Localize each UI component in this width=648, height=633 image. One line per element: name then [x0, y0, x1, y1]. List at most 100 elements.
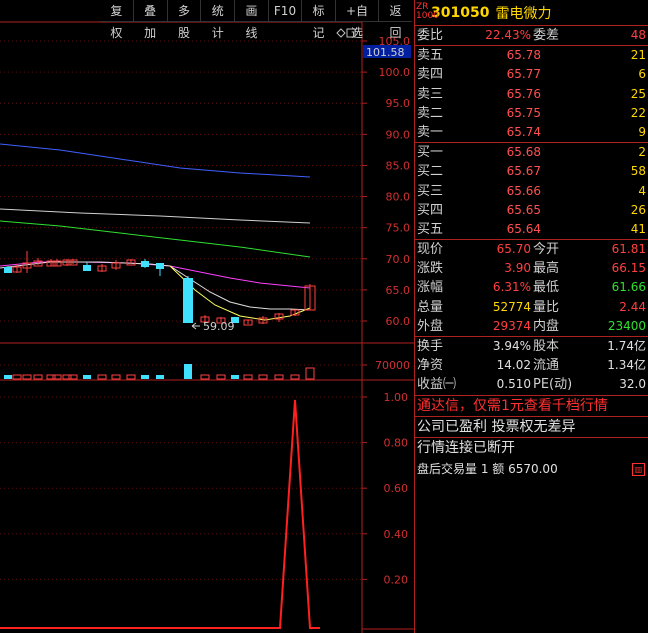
stat-value: 0.510 [496, 377, 531, 392]
candle-body [183, 278, 193, 323]
buy-level-price: 65.68 [506, 145, 541, 160]
quote-row: 总量 52774 量比 2.44 [415, 298, 648, 317]
toolbar-button-2[interactable]: 多股 [166, 0, 201, 40]
ma-line-gray [0, 261, 311, 311]
ad-banner[interactable]: 通达信，仅需1元查看千档行情 [415, 396, 648, 417]
stat-value: 3.94% [492, 339, 531, 353]
stat-label: 换手 [417, 339, 444, 354]
buy-level-label: 买二 [417, 164, 444, 180]
price-tick-label: 80.0 [386, 191, 411, 204]
stat-label: 涨跌 [417, 261, 444, 277]
buy-level-price: 65.65 [506, 202, 541, 217]
indicator-line [0, 399, 320, 629]
toolbar-button-4[interactable]: 画线 [234, 0, 268, 40]
price-tick-label: 75.0 [386, 222, 411, 235]
info-section: 通达信，仅需1元查看千档行情 公司已盈利 投票权无差异 行情连接已断开 盘后交易… [415, 396, 648, 480]
buy-level-label: 买一 [417, 145, 444, 161]
toolbar-button-5[interactable]: F10 [267, 0, 302, 22]
stat-label: 最高 [533, 261, 560, 277]
sell-level-price: 65.76 [506, 86, 541, 101]
sell-level-1[interactable]: 卖五 65.78 21 [415, 46, 648, 65]
order-ratio-row: 委比 22.43% 委差 48 [415, 26, 648, 45]
volume-bar [22, 374, 32, 380]
sell-level-label: 卖一 [417, 124, 444, 140]
sell-level-price: 65.75 [506, 105, 541, 120]
sell-level-3[interactable]: 卖三 65.76 25 [415, 85, 648, 104]
sell-level-price: 65.78 [506, 48, 541, 63]
toolbar-button-3[interactable]: 统计 [200, 0, 235, 40]
volume-bar [62, 374, 72, 380]
company-notice[interactable]: 公司已盈利 投票权无差异 [415, 417, 648, 438]
stat-value: 32.0 [619, 377, 646, 392]
buy-level-2[interactable]: 买二 65.67 58 [415, 162, 648, 181]
stat-label: 外盘 [417, 318, 444, 334]
sell-level-volume: 21 [630, 48, 646, 63]
indicator-tick-label: 1.00 [384, 391, 409, 404]
quote-row: 现价 65.70 今开 61.81 [415, 240, 648, 259]
volume-bar [141, 375, 149, 379]
buy-level-label: 买三 [417, 183, 444, 199]
toolbar-button-7[interactable]: +自选 [334, 0, 379, 40]
buy-level-volume: 26 [630, 202, 646, 217]
quote-row: 外盘 29374 内盘 23400 [415, 317, 648, 336]
stat-value: 3.90 [504, 261, 531, 276]
volume-bar [46, 374, 56, 380]
sell-level-volume: 25 [630, 86, 646, 101]
sell-level-price: 65.74 [506, 124, 541, 139]
volume-tick-label: 70000 [375, 359, 410, 372]
volume-bar [156, 375, 164, 379]
toolbar-button-0[interactable]: 复权 [100, 0, 133, 40]
buy-level-price: 65.66 [506, 183, 541, 198]
stat-label: PE(动) [533, 377, 573, 393]
buy-level-3[interactable]: 买三 65.66 4 [415, 182, 648, 201]
stat-value: 52774 [492, 299, 531, 314]
stat-label: 净资 [417, 358, 444, 374]
volume-bar [33, 374, 43, 380]
toolbar-button-1[interactable]: 叠加 [132, 0, 167, 40]
price-tick-label: 60.0 [386, 315, 411, 328]
indicator-tick-label: 0.60 [384, 482, 409, 495]
candle-body [141, 261, 149, 267]
kline-chart[interactable]: 105.0100.095.090.085.080.075.070.065.060… [0, 0, 414, 633]
sell-level-4[interactable]: 卖二 65.75 22 [415, 104, 648, 123]
sell-level-label: 卖四 [417, 67, 444, 83]
quote-row: 涨跌 3.90 最高 66.15 [415, 259, 648, 278]
sell-level-label: 卖二 [417, 105, 444, 121]
stat-label: 现价 [417, 242, 444, 258]
fund-row: 换手 3.94% 股本 1.74亿 [415, 337, 648, 356]
volume-bar [52, 374, 62, 380]
price-tick-label: 95.0 [386, 97, 411, 110]
buy-level-1[interactable]: 买一 65.68 2 [415, 143, 648, 162]
ma-line-green [0, 220, 311, 258]
sell-level-2[interactable]: 卖四 65.77 6 [415, 65, 648, 84]
indicator-tick-label: 0.80 [384, 437, 409, 450]
buy-level-label: 买四 [417, 202, 444, 218]
quote-stats: 现价 65.70 今开 61.81 涨跌 3.90 最高 66.15 涨幅 6.31% 最低 61.6… [415, 240, 648, 337]
indicator-tick-label: 0.40 [384, 528, 409, 541]
after-hours-volume: 盘后交易量 1 额 6570.00 [417, 461, 558, 476]
stat-label: 收益㈠ [417, 377, 457, 393]
current-price-tag: 101.58 [366, 46, 405, 59]
sell-level-volume: 9 [638, 124, 646, 139]
stat-label: 总量 [417, 299, 444, 315]
toolbar-button-6[interactable]: 标记 [301, 0, 335, 40]
stat-label: 股本 [533, 339, 560, 354]
sell-level-5[interactable]: 卖一 65.74 9 [415, 123, 648, 142]
stat-value: 1.74亿 [607, 339, 646, 353]
volume-bar [68, 374, 78, 380]
buy-level-price: 65.64 [506, 221, 541, 236]
ma-line-blue [0, 143, 311, 178]
sell-level-volume: 22 [630, 105, 646, 120]
volume-bar [258, 374, 268, 380]
toolbar-button-8[interactable]: 返回 [378, 0, 412, 40]
sell-orderbook: 卖五 65.78 21 卖四 65.77 6 卖三 65.76 25 卖二 65.75 22 卖一 65.… [415, 46, 648, 144]
price-tick-label: 65.0 [386, 284, 411, 297]
volume-bar [243, 374, 253, 380]
order-diff-label: 委差 [533, 28, 560, 43]
buy-level-4[interactable]: 买四 65.65 26 [415, 201, 648, 220]
stat-value: 6.31% [492, 280, 531, 295]
buy-level-volume: 41 [630, 221, 646, 236]
chart-toggle-icon[interactable]: ▥ [632, 463, 645, 476]
stock-title: ZR 1000 301050 雷电微力 [415, 0, 648, 26]
buy-level-5[interactable]: 买五 65.64 41 [415, 220, 648, 239]
